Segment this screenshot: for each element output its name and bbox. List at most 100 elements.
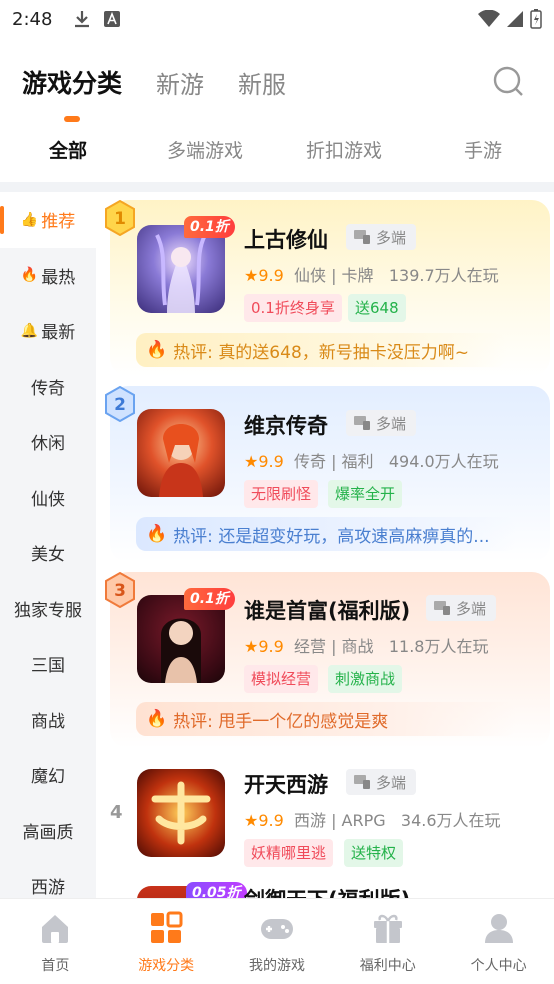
sidebar-item-newest[interactable]: 🔔 最新	[0, 303, 96, 359]
game-name[interactable]: 剑御天下(福利版)	[244, 884, 410, 898]
wifi-icon	[478, 10, 500, 27]
nav-label: 个人中心	[470, 958, 527, 974]
fire-icon: 🔥	[146, 340, 168, 360]
user-icon	[484, 914, 513, 943]
game-name[interactable]: 谁是首富(福利版)	[244, 595, 410, 625]
sidebar-item-journey-west[interactable]: 西游	[0, 858, 96, 898]
feature-tag: 送648	[348, 294, 406, 322]
game-icon-image[interactable]	[137, 769, 225, 857]
game-name[interactable]: 上古修仙	[244, 224, 328, 254]
sidebar-item-label: 最新	[41, 323, 76, 344]
bottom-nav: 首页 游戏分类 我的游戏 福利中心 个人中心	[0, 898, 554, 984]
nav-welfare-center[interactable]: 福利中心	[332, 899, 443, 984]
nav-my-games[interactable]: 我的游戏	[222, 899, 333, 984]
tab-new-servers[interactable]: 新服	[238, 65, 286, 100]
notification-a-icon	[104, 11, 121, 27]
sidebar-item-hottest[interactable]: 🔥 最热	[0, 248, 96, 304]
hot-review[interactable]: 🔥 热评: 还是超变好玩，高攻速高麻痹真的...	[136, 517, 516, 551]
battery-icon	[530, 9, 542, 29]
rank-number: 4	[110, 802, 123, 823]
feature-tag: 送特权	[344, 839, 404, 867]
gamepad-icon	[260, 919, 293, 939]
game-icon-image[interactable]	[137, 409, 225, 497]
discount-flag: 0.1折	[184, 216, 235, 238]
sidebar-item-casual[interactable]: 休闲	[0, 414, 96, 470]
subtab-mobile[interactable]: 手游	[464, 136, 502, 163]
tab-new-games[interactable]: 新游	[156, 65, 204, 100]
bell-icon: 🔔	[20, 322, 39, 339]
fire-icon: 🔥	[146, 709, 168, 729]
feature-tag: 模拟经营	[244, 665, 319, 693]
multi-device-icon	[434, 601, 450, 615]
sidebar-item-three-kingdoms[interactable]: 三国	[0, 636, 96, 692]
sidebar-item-beauty[interactable]: 美女	[0, 525, 96, 581]
feature-tag: 爆率全开	[328, 480, 403, 508]
svg-text:2: 2	[114, 395, 126, 415]
nav-label: 福利中心	[359, 958, 416, 974]
game-meta: ★9.9 经营 | 商战 11.8万人在玩	[244, 637, 489, 656]
star-icon: ★	[244, 811, 259, 830]
search-icon[interactable]	[492, 65, 524, 97]
multi-device-icon	[354, 775, 370, 789]
sidebar-item-xianxia[interactable]: 仙侠	[0, 470, 96, 526]
sub-tab-bar: 全部 多端游戏 折扣游戏 手游	[0, 136, 554, 176]
sidebar-item-exclusive-server[interactable]: 独家专服	[0, 581, 96, 637]
status-bar: 2:48	[0, 0, 554, 38]
subtab-discount[interactable]: 折扣游戏	[306, 136, 382, 163]
subtab-multi-platform[interactable]: 多端游戏	[167, 136, 243, 163]
discount-flag: 0.1折	[184, 588, 235, 610]
category-grid-icon	[151, 911, 183, 943]
star-icon: ★	[244, 637, 259, 656]
game-meta: ★9.9 西游 | ARPG 34.6万人在玩	[244, 811, 501, 830]
nav-profile[interactable]: 个人中心	[443, 899, 554, 984]
platform-tag: 多端	[426, 595, 497, 621]
sidebar-item-business[interactable]: 商战	[0, 692, 96, 748]
sidebar-item-recommend[interactable]: 👍 推荐	[0, 192, 96, 248]
rank-2-badge-icon: 2	[105, 386, 135, 422]
sidebar-item-legend[interactable]: 传奇	[0, 359, 96, 415]
sidebar-item-label: 推荐	[41, 212, 76, 233]
star-icon: ★	[244, 266, 259, 285]
game-name[interactable]: 维京传奇	[244, 410, 328, 440]
hot-review[interactable]: 🔥 热评: 真的送648，新号抽卡没压力啊~	[136, 333, 506, 367]
nav-home[interactable]: 首页	[0, 899, 111, 984]
fire-icon: 🔥	[146, 524, 168, 544]
nav-label: 游戏分类	[138, 958, 195, 974]
subtab-all[interactable]: 全部	[49, 136, 87, 163]
gift-icon	[373, 914, 402, 943]
platform-tag: 多端	[346, 769, 417, 795]
tab-game-category[interactable]: 游戏分类	[22, 64, 122, 122]
thumbs-up-icon: 👍	[20, 211, 39, 228]
game-meta: ★9.9 仙侠 | 卡牌 139.7万人在玩	[244, 266, 499, 285]
home-icon	[42, 915, 69, 943]
rank-1-badge-icon: 1	[105, 200, 135, 236]
game-list: 1 0.1折 上古修仙 多端 ★9.9 仙侠 | 卡牌 139.7万人在玩 0.…	[96, 192, 554, 898]
feature-tag: 刺激商战	[328, 665, 403, 693]
fire-icon: 🔥	[20, 267, 39, 284]
svg-text:1: 1	[114, 209, 126, 229]
game-icon-image[interactable]	[137, 225, 225, 313]
feature-tag: 无限刷怪	[244, 480, 319, 508]
platform-tag: 多端	[346, 224, 417, 250]
hot-review[interactable]: 🔥 热评: 甩手一个亿的感觉是爽	[136, 702, 516, 736]
multi-device-icon	[354, 416, 370, 430]
sidebar-item-label: 最热	[41, 267, 76, 288]
platform-tag: 多端	[346, 410, 417, 436]
status-time: 2:48	[12, 8, 53, 30]
star-icon: ★	[244, 452, 259, 471]
nav-label: 首页	[41, 958, 70, 974]
category-sidebar: 👍 推荐 🔥 最热 🔔 最新 传奇 休闲 仙侠 美女 独家专服 三国 商战 魔幻 高画…	[0, 192, 96, 898]
sidebar-item-fantasy[interactable]: 魔幻	[0, 747, 96, 803]
feature-tag: 0.1折终身享	[244, 294, 342, 322]
download-icon	[75, 11, 90, 28]
nav-label: 我的游戏	[248, 958, 305, 974]
nav-game-category[interactable]: 游戏分类	[111, 899, 222, 984]
sidebar-item-high-quality[interactable]: 高画质	[0, 803, 96, 859]
game-name[interactable]: 开天西游	[244, 769, 328, 799]
multi-device-icon	[354, 230, 370, 244]
rank-3-badge-icon: 3	[105, 572, 135, 608]
discount-flag: 0.05折	[186, 882, 247, 898]
top-tab-bar: 游戏分类 新游 新服	[22, 60, 286, 122]
feature-tag: 妖精哪里逃	[244, 839, 334, 867]
game-meta: ★9.9 传奇 | 福利 494.0万人在玩	[244, 452, 499, 471]
